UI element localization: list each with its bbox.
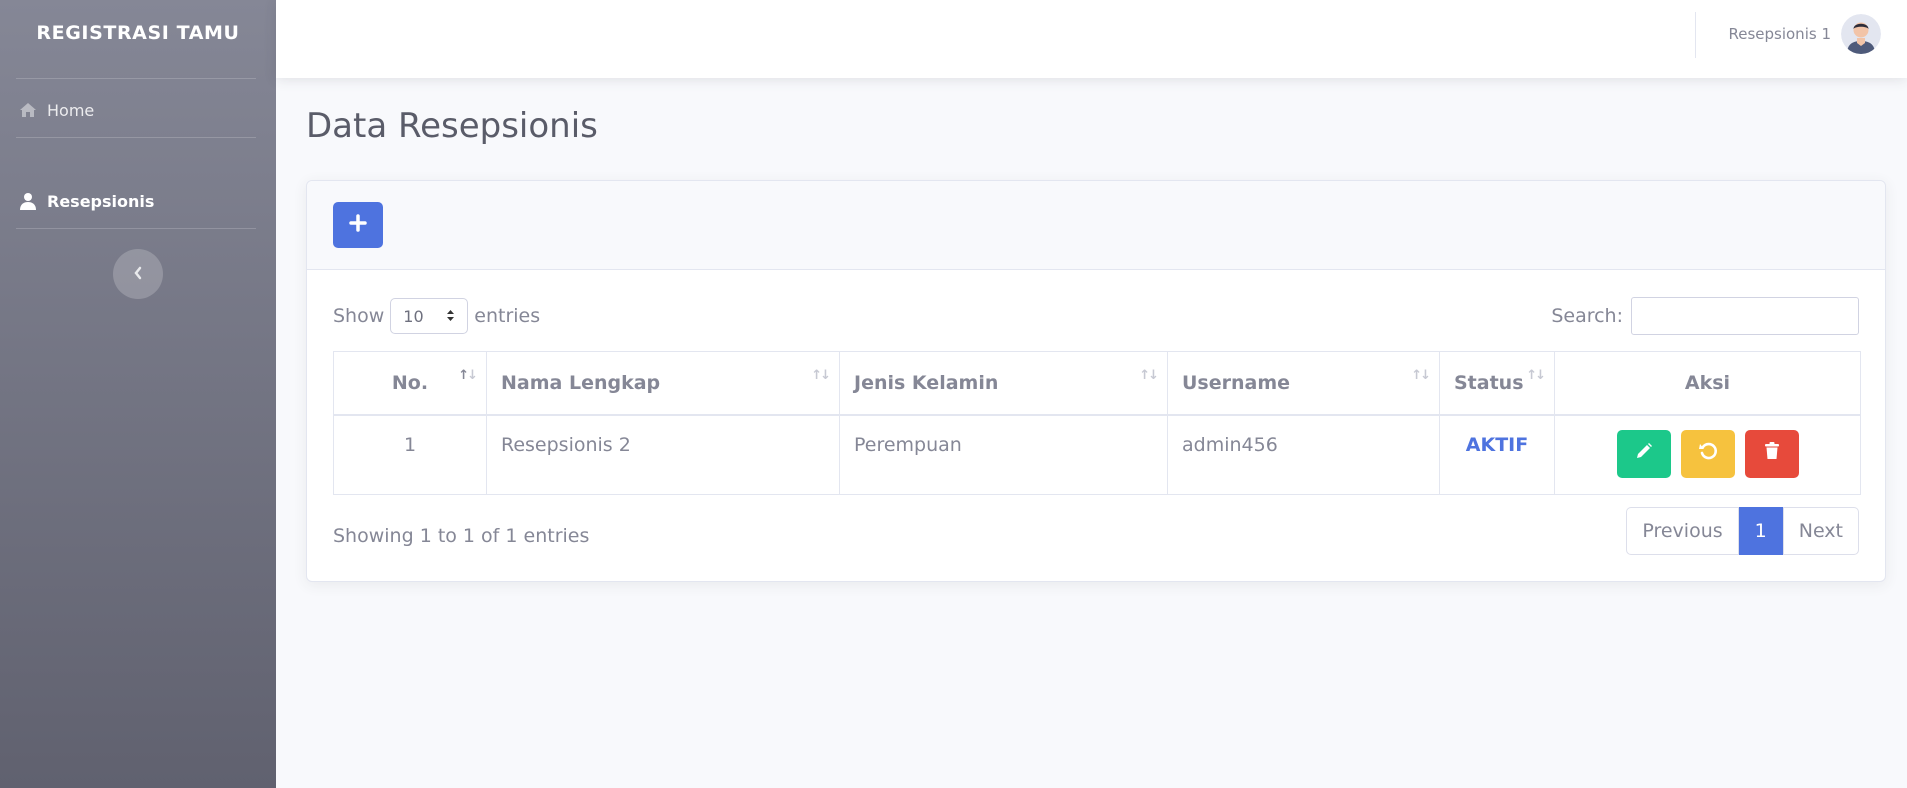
pagination: Previous 1 Next [1626,507,1859,555]
cell-username: admin456 [1167,414,1440,495]
status-badge: AKTIF [1439,414,1555,495]
sidebar-divider [16,228,256,229]
card-header [307,181,1885,270]
topbar-divider [1695,12,1696,58]
column-header-username[interactable]: Username ↑↓ [1167,351,1440,416]
entries-value: 10 [403,306,424,326]
sidebar-divider [16,78,256,79]
column-header-aksi: Aksi [1554,351,1861,416]
next-button[interactable]: Next [1782,507,1859,555]
data-card: Show 10 entries Search: No. ↑↓ Nama Leng… [306,180,1886,582]
chevron-left-icon [133,265,143,284]
table-header-row: No. ↑↓ Nama Lengkap ↑↓ Jenis Kelamin ↑↓ … [333,351,1861,416]
sort-arrows-icon [446,307,455,326]
user-menu[interactable]: Resepsionis 1 [1728,14,1881,54]
column-header-status[interactable]: Status ↑↓ [1439,351,1555,416]
show-label: Show [333,305,385,327]
page-1-button[interactable]: 1 [1738,507,1783,555]
table-controls: Show 10 entries Search: [333,296,1859,336]
table-info: Showing 1 to 1 of 1 entries [333,525,590,547]
add-button[interactable] [333,202,383,248]
sort-icon: ↑↓ [458,368,478,383]
page-title: Data Resepsionis [306,106,598,146]
sidebar-item-label: Resepsionis [47,191,155,211]
table-row: 1 Resepsionis 2 Perempuan admin456 AKTIF [333,414,1861,495]
avatar [1841,14,1881,54]
cell-jenis-kelamin: Perempuan [839,414,1168,495]
length-control: Show 10 entries [333,296,540,336]
undo-icon [1698,441,1718,466]
sort-icon: ↑↓ [1526,368,1546,383]
sidebar: REGISTRASI TAMU Home Resepsionis [0,0,276,788]
topbar: Resepsionis 1 [276,0,1907,78]
cell-aksi [1554,414,1861,495]
search-input[interactable] [1631,297,1859,335]
column-header-nama[interactable]: Nama Lengkap ↑↓ [486,351,840,416]
sidebar-item-label: Home [47,100,95,120]
home-icon [18,100,38,120]
sidebar-item-home[interactable]: Home [0,83,276,137]
pencil-icon [1635,442,1653,465]
entries-label: entries [474,305,541,327]
sort-icon: ↑↓ [1411,368,1431,383]
trash-icon [1764,442,1780,465]
sidebar-toggle-button[interactable] [113,249,163,299]
edit-button[interactable] [1616,429,1671,478]
brand-title[interactable]: REGISTRASI TAMU [0,0,276,66]
sort-icon: ↑↓ [811,368,831,383]
reset-button[interactable] [1680,429,1735,478]
sidebar-item-resepsionis[interactable]: Resepsionis [0,174,276,228]
search-label: Search: [1551,305,1623,327]
user-name: Resepsionis 1 [1728,25,1831,43]
plus-icon [349,214,367,236]
sort-icon: ↑↓ [1139,368,1159,383]
delete-button[interactable] [1744,429,1799,478]
previous-button[interactable]: Previous [1626,507,1739,555]
cell-nama: Resepsionis 2 [486,414,840,495]
user-icon [18,191,38,211]
column-header-jenis-kelamin[interactable]: Jenis Kelamin ↑↓ [839,351,1168,416]
search-control: Search: [1551,296,1859,336]
column-header-no[interactable]: No. ↑↓ [333,351,487,416]
cell-no: 1 [333,414,487,495]
sidebar-divider [16,137,256,138]
data-table: No. ↑↓ Nama Lengkap ↑↓ Jenis Kelamin ↑↓ … [333,351,1861,495]
entries-select[interactable]: 10 [390,298,469,334]
